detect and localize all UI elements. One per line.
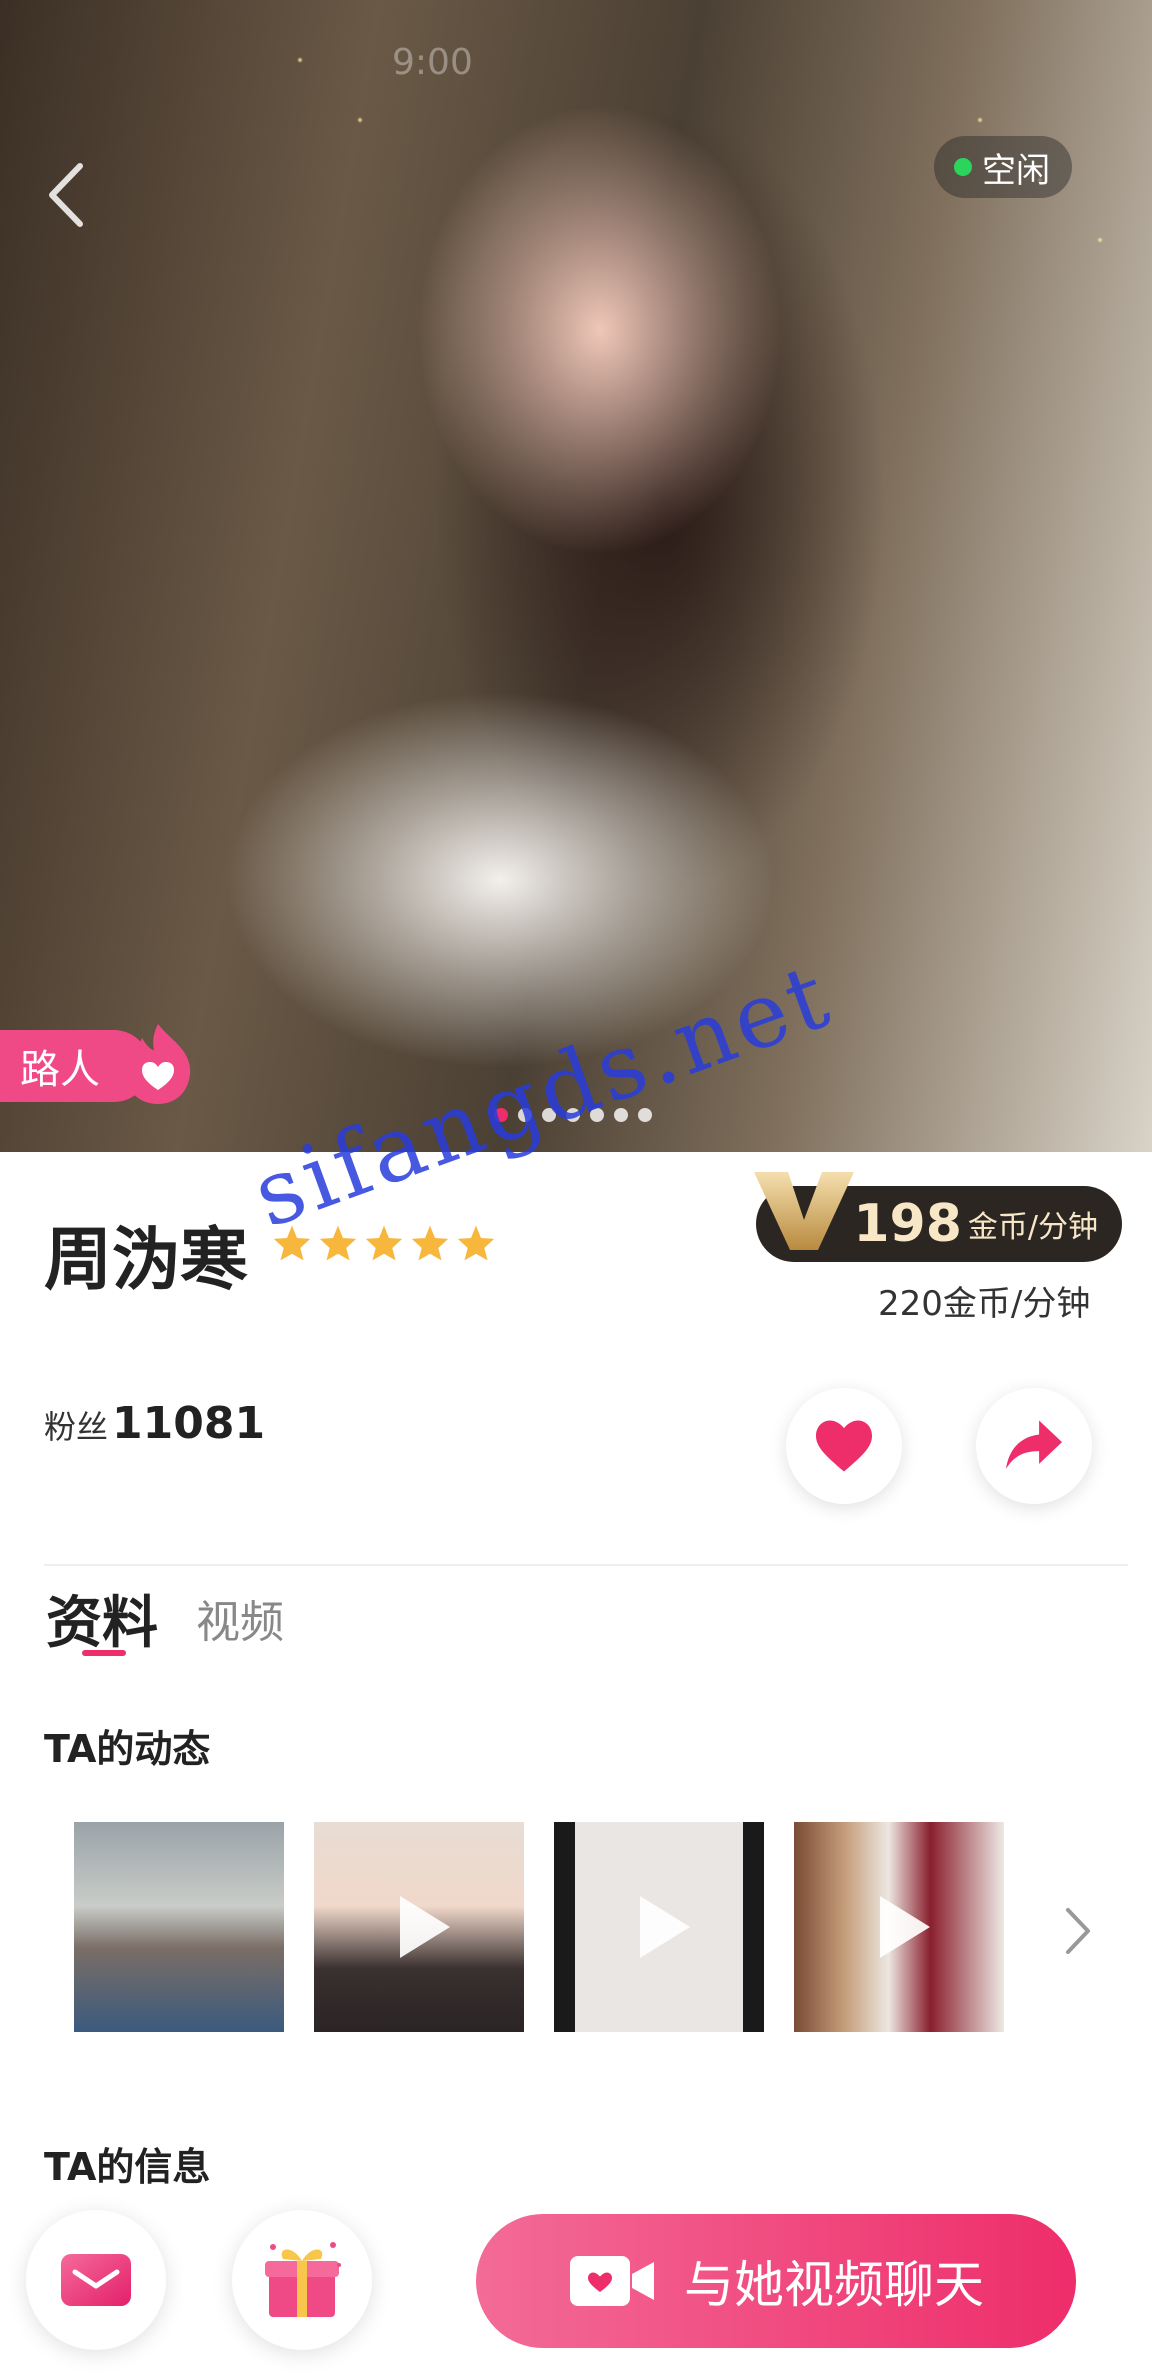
- like-button[interactable]: [786, 1388, 902, 1504]
- star-rating: [272, 1224, 496, 1262]
- star-icon: [457, 1225, 495, 1261]
- price-value: 198: [853, 1194, 962, 1254]
- status-bar-time: 9:00: [392, 42, 473, 83]
- star-icon: [411, 1225, 449, 1261]
- video-chat-button[interactable]: 与她视频聊天: [476, 2214, 1076, 2348]
- section-divider: [44, 1564, 1128, 1566]
- flame-heart-icon: [126, 1024, 191, 1104]
- gift-button[interactable]: [232, 2210, 372, 2350]
- info-section-title: TA的信息: [44, 2145, 211, 2189]
- video-chat-label: 与她视频聊天: [684, 2256, 984, 2314]
- play-icon: [400, 1896, 450, 1958]
- carousel-dot: [590, 1108, 604, 1122]
- moment-thumbnail[interactable]: [314, 1822, 524, 2032]
- carousel-dot: [518, 1108, 532, 1122]
- active-tab-indicator: [82, 1650, 126, 1656]
- video-camera-icon: [570, 2256, 654, 2306]
- tab-profile-info[interactable]: 资料: [46, 1578, 158, 1659]
- online-status-badge: 空闲: [934, 136, 1072, 198]
- carousel-dot: [566, 1108, 580, 1122]
- fans-count-row: 粉丝 11081: [44, 1398, 265, 1449]
- mail-icon: [61, 2254, 131, 2306]
- play-icon: [640, 1896, 690, 1958]
- chevron-left-icon: [49, 163, 83, 227]
- profile-name: 周沩寒: [44, 1221, 249, 1300]
- vip-v-icon: [754, 1172, 854, 1250]
- moment-thumbnail[interactable]: [794, 1822, 1004, 2032]
- star-icon: [273, 1225, 311, 1261]
- message-button[interactable]: [26, 2210, 166, 2350]
- level-badge-label: 路人: [20, 1047, 100, 1093]
- online-status-label: 空闲: [982, 150, 1050, 191]
- tab-videos[interactable]: 视频: [196, 1586, 284, 1650]
- share-arrow-icon: [1006, 1420, 1062, 1469]
- moment-thumbnail[interactable]: [74, 1822, 284, 2032]
- carousel-dot: [494, 1108, 508, 1122]
- share-button[interactable]: [976, 1388, 1092, 1504]
- play-icon: [880, 1896, 930, 1958]
- moments-section-title: TA的动态: [44, 1727, 211, 1771]
- star-icon: [319, 1225, 357, 1261]
- star-icon: [365, 1225, 403, 1261]
- moment-thumbnail[interactable]: [554, 1822, 764, 2032]
- carousel-dot: [638, 1108, 652, 1122]
- status-dot-icon: [954, 158, 972, 176]
- carousel-dot: [542, 1108, 556, 1122]
- heart-icon: [816, 1420, 872, 1472]
- carousel-indicator: [494, 1108, 652, 1122]
- chevron-right-icon[interactable]: [1062, 1906, 1092, 1956]
- price-unit: 金币/分钟: [967, 1210, 1098, 1245]
- moments-gallery: [74, 1822, 1004, 2032]
- carousel-dot: [614, 1108, 628, 1122]
- fans-label: 粉丝: [44, 1408, 109, 1446]
- gift-icon: [265, 2242, 341, 2317]
- original-price: 220金币/分钟: [878, 1284, 1091, 1324]
- fans-count: 11081: [112, 1398, 266, 1449]
- back-button[interactable]: [36, 150, 96, 240]
